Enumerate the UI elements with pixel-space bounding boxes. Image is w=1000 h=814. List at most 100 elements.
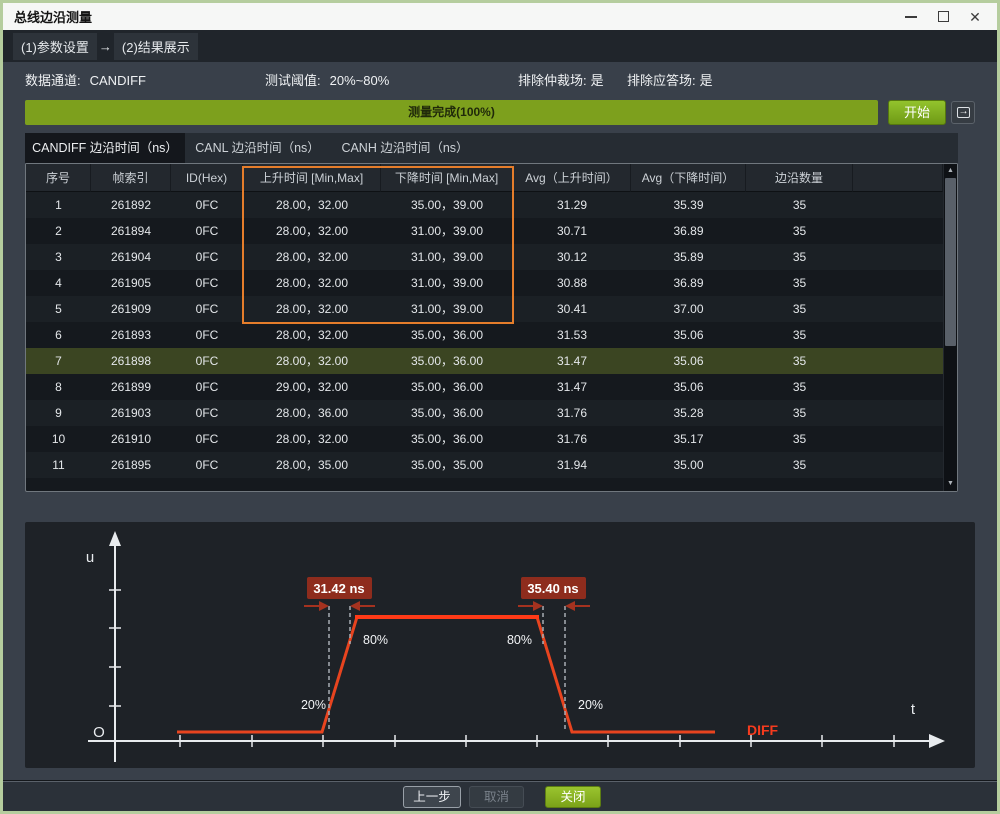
waveform-panel: u O t 31.42 ns	[25, 522, 975, 768]
rise-80pct-label: 80%	[363, 633, 388, 647]
scroll-down-icon[interactable]: ▼	[944, 477, 957, 490]
bus-edge-measurement-window: 总线边沿测量 ✕ (1)参数设置 → (2)结果展示 数据通道:CANDIFF …	[0, 0, 1000, 814]
table-cell: 0FC	[171, 218, 243, 244]
table-row[interactable]: 72618980FC28.00，32.0035.00，36.0031.4735.…	[26, 348, 943, 374]
footer-bar: 上一步 取消 关闭	[3, 782, 997, 811]
table-row[interactable]: 92619030FC28.00，36.0035.00，36.0031.7635.…	[26, 400, 943, 426]
y-axis-label: u	[86, 549, 94, 566]
parameter-summary: 数据通道:CANDIFF 测试阈值:20%~80% 排除仲裁场:是 排除应答场:…	[3, 62, 997, 100]
table-cell: 28.00，32.00	[243, 192, 381, 218]
table-header-cell[interactable]: Avg（下降时间）	[631, 164, 746, 192]
table-cell: 28.00，32.00	[243, 244, 381, 270]
param-label: 数据通道:	[25, 73, 81, 88]
table-cell: 31.76	[513, 426, 631, 452]
table-row[interactable]: 22618940FC28.00，32.0031.00，39.0030.7136.…	[26, 218, 943, 244]
table-cell: 31.29	[513, 192, 631, 218]
window-controls: ✕	[895, 3, 991, 30]
table-cell-empty	[853, 192, 943, 218]
table-header-cell[interactable]: 上升时间 [Min,Max]	[243, 164, 381, 192]
table-cell: 30.71	[513, 218, 631, 244]
table-row[interactable]: 62618930FC28.00，32.0035.00，36.0031.5335.…	[26, 322, 943, 348]
table-cell: 31.00，39.00	[381, 244, 513, 270]
table-cell-empty	[853, 322, 943, 348]
table-header: 序号帧索引ID(Hex)上升时间 [Min,Max]下降时间 [Min,Max]…	[26, 164, 943, 192]
table-cell: 35	[746, 426, 853, 452]
table-cell: 36.89	[631, 270, 746, 296]
start-button[interactable]: 开始	[888, 100, 946, 125]
table-cell: 31.00，39.00	[381, 270, 513, 296]
table-row[interactable]: 42619050FC28.00，32.0031.00，39.0030.8836.…	[26, 270, 943, 296]
scroll-up-icon[interactable]: ▲	[944, 164, 957, 177]
table-cell: 261905	[91, 270, 171, 296]
table-cell: 28.00，32.00	[243, 348, 381, 374]
table-cell: 35.00	[631, 452, 746, 478]
close-dialog-button[interactable]: 关闭	[545, 786, 601, 808]
table-row[interactable]: 112618950FC28.00，35.0035.00，35.0031.9435…	[26, 452, 943, 478]
table-header-cell[interactable]: 下降时间 [Min,Max]	[381, 164, 513, 192]
table-row[interactable]: 102619100FC28.00，32.0035.00，36.0031.7635…	[26, 426, 943, 452]
scrollbar-thumb[interactable]	[945, 178, 956, 346]
param-exclude-arbitration: 排除仲裁场:是	[518, 62, 604, 100]
tab-canl[interactable]: CANL 边沿时间（ns）	[185, 133, 330, 163]
table-cell: 10	[26, 426, 91, 452]
table-cell: 261893	[91, 322, 171, 348]
export-button[interactable]: →	[951, 101, 975, 124]
cancel-button: 取消	[469, 786, 524, 808]
tab-canh[interactable]: CANH 边沿时间（ns）	[330, 133, 480, 163]
table-cell: 261903	[91, 400, 171, 426]
step-1-label: (1)参数设置	[13, 33, 97, 60]
table-cell: 0FC	[171, 400, 243, 426]
table-cell: 0FC	[171, 296, 243, 322]
param-value: 20%~80%	[330, 73, 390, 88]
tab-candiff[interactable]: CANDIFF 边沿时间（ns）	[25, 133, 185, 163]
table-cell: 35.28	[631, 400, 746, 426]
table-cell: 9	[26, 400, 91, 426]
vertical-scrollbar[interactable]: ▲ ▼	[943, 164, 957, 491]
table-cell-empty	[853, 296, 943, 322]
table-row[interactable]: 12618920FC28.00，32.0035.00，39.0031.2935.…	[26, 192, 943, 218]
edge-diagram: u O t 31.42 ns	[25, 522, 975, 768]
maximize-button[interactable]	[927, 3, 959, 30]
table-cell: 35.06	[631, 322, 746, 348]
table-cell: 1	[26, 192, 91, 218]
title-bar: 总线边沿测量 ✕	[3, 3, 997, 30]
table-cell: 28.00，35.00	[243, 452, 381, 478]
table-header-cell[interactable]: Avg（上升时间）	[513, 164, 631, 192]
table-cell: 35.00，36.00	[381, 348, 513, 374]
param-label: 排除应答场:	[627, 73, 696, 88]
table-cell: 35.06	[631, 348, 746, 374]
close-button[interactable]: ✕	[959, 3, 991, 30]
table-cell: 31.00，39.00	[381, 296, 513, 322]
table-cell: 261909	[91, 296, 171, 322]
measurement-guides	[329, 606, 565, 732]
table-cell: 0FC	[171, 192, 243, 218]
x-axis-arrow-icon	[929, 734, 945, 748]
table-row[interactable]: 82618990FC29.00，32.0035.00，36.0031.4735.…	[26, 374, 943, 400]
rise-time-value: 31.42 ns	[313, 581, 364, 596]
origin-label: O	[93, 724, 105, 741]
table-cell: 7	[26, 348, 91, 374]
fall-80pct-label: 80%	[507, 633, 532, 647]
table-header-cell[interactable]: 边沿数量	[746, 164, 853, 192]
table-header-cell[interactable]: 序号	[26, 164, 91, 192]
table-cell-empty	[853, 400, 943, 426]
table-cell: 31.53	[513, 322, 631, 348]
back-button[interactable]: 上一步	[403, 786, 461, 808]
table-header-cell[interactable]: ID(Hex)	[171, 164, 243, 192]
export-icon: →	[957, 107, 970, 118]
signal-name-label: DIFF	[747, 722, 779, 738]
table-cell: 261910	[91, 426, 171, 452]
table-cell: 261898	[91, 348, 171, 374]
table-row[interactable]: 32619040FC28.00，32.0031.00，39.0030.1235.…	[26, 244, 943, 270]
table-row[interactable]: 52619090FC28.00，32.0031.00，39.0030.4137.…	[26, 296, 943, 322]
table-cell: 35	[746, 270, 853, 296]
table-cell: 31.47	[513, 348, 631, 374]
table-header-cell[interactable]: 帧索引	[91, 164, 171, 192]
table-cell: 0FC	[171, 348, 243, 374]
table-header-cell[interactable]	[853, 164, 943, 192]
param-value: 是	[591, 73, 604, 88]
table-cell: 28.00，32.00	[243, 218, 381, 244]
minimize-button[interactable]	[895, 3, 927, 30]
diff-signal-trace	[177, 617, 715, 732]
table-cell: 8	[26, 374, 91, 400]
